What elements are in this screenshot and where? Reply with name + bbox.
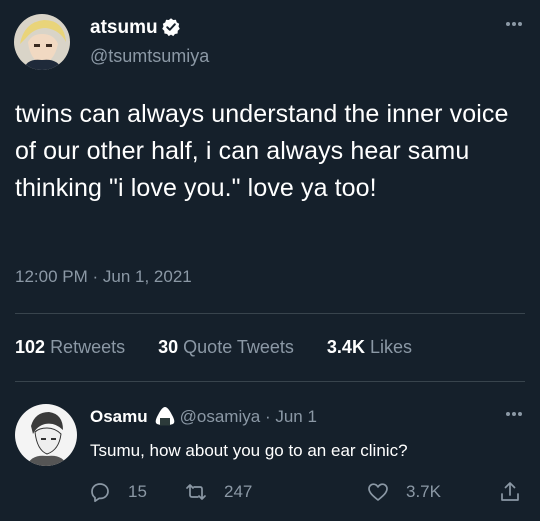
more-options-icon[interactable]	[500, 14, 528, 34]
heart-icon	[368, 483, 388, 501]
like-button[interactable]: 3.7K	[366, 480, 441, 504]
quotes-stat[interactable]: 30 Quote Tweets	[158, 336, 294, 358]
reply-display-name[interactable]: Osamu	[90, 407, 148, 426]
display-name[interactable]: atsumu	[90, 17, 158, 39]
quotes-label: Quote Tweets	[183, 337, 294, 357]
share-button[interactable]	[498, 480, 538, 504]
engagement-stats: 102 Retweets 30 Quote Tweets 3.4K Likes	[15, 336, 440, 358]
reply-actions: 15 247 3.7K	[88, 480, 528, 506]
retweet-button[interactable]: 247	[184, 480, 252, 504]
retweet-count: 247	[224, 482, 253, 501]
onigiri-icon	[154, 406, 176, 426]
likes-label: Likes	[369, 337, 412, 357]
quotes-count: 30	[158, 337, 179, 357]
share-icon	[501, 482, 519, 501]
timestamp[interactable]: 12:00 PM · Jun 1, 2021	[15, 266, 192, 288]
retweet-icon	[186, 484, 206, 500]
divider	[15, 313, 525, 314]
tweet-text: twins can always understand the inner vo…	[15, 100, 509, 202]
reply-header: Osamu @osamiya · Jun 1	[90, 406, 317, 428]
reply-avatar[interactable]	[15, 404, 77, 466]
retweets-count: 102	[15, 337, 46, 357]
avatar[interactable]	[14, 14, 70, 70]
likes-stat[interactable]: 3.4K Likes	[327, 336, 412, 358]
divider	[15, 381, 525, 382]
likes-count: 3.4K	[326, 337, 365, 357]
like-count: 3.7K	[406, 482, 441, 501]
reply-icon	[91, 483, 109, 503]
verified-badge-icon	[161, 17, 181, 37]
reply-more-options-icon[interactable]	[500, 404, 528, 424]
reply-text: Tsumu, how about you go to an ear clinic…	[90, 441, 408, 460]
reply-button[interactable]: 15	[88, 480, 147, 504]
reply-handle[interactable]: @osamiya	[180, 407, 261, 426]
handle[interactable]: @tsumtsumiya	[90, 45, 209, 67]
reply-count: 15	[128, 482, 147, 501]
retweets-stat[interactable]: 102 Retweets	[15, 336, 125, 358]
reply-date[interactable]: · Jun 1	[265, 407, 317, 426]
retweets-label: Retweets	[50, 337, 126, 357]
